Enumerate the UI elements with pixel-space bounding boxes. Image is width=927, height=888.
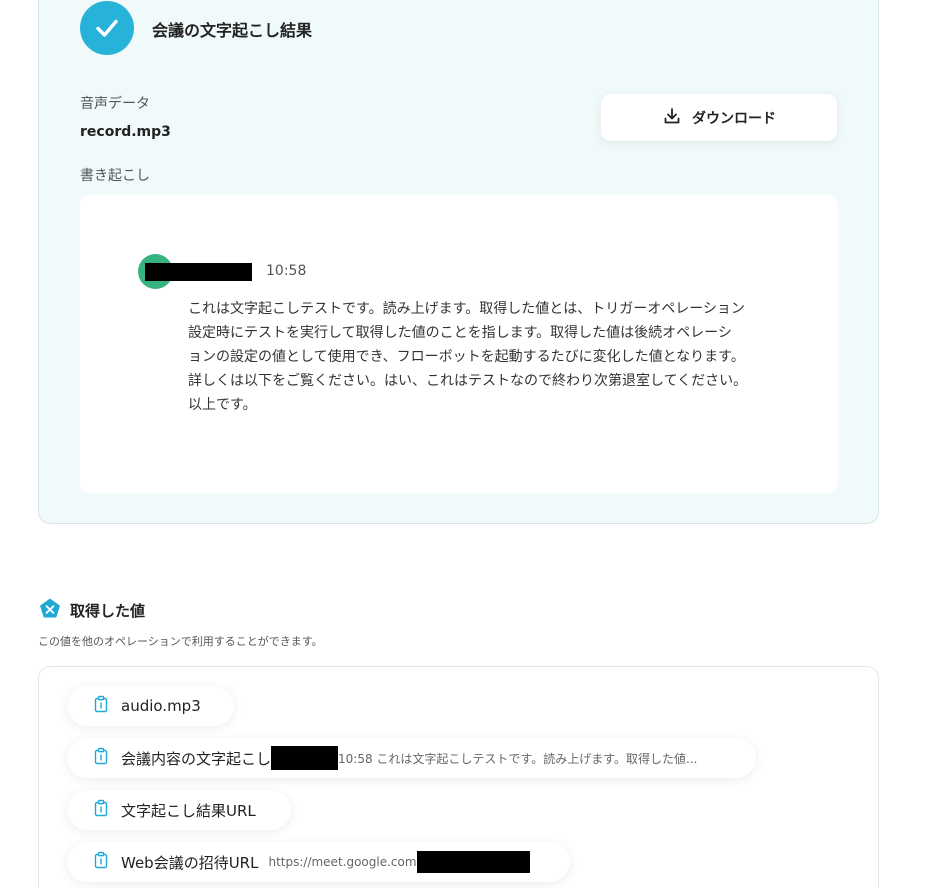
value-name: 文字起こし結果URL [121, 801, 256, 820]
redacted-speaker-name [145, 263, 252, 281]
download-button-label: ダウンロード [692, 110, 776, 127]
download-icon [662, 106, 682, 130]
obtained-values-title: 取得した値 [70, 602, 146, 620]
transcript-line: 以上です。 [188, 397, 257, 413]
value-name: 会議内容の文字起こし [121, 749, 272, 768]
redacted-block [416, 851, 530, 873]
transcript-label: 書き起こし [80, 168, 150, 184]
transcript-timestamp: 10:58 [266, 263, 307, 279]
download-button[interactable]: ダウンロード [601, 94, 837, 141]
result-title: 会議の文字起こし結果 [152, 21, 313, 40]
transcript-text: これは文字起こしテストです。読み上げます。取得した値とは、トリガーオペレーション… [188, 297, 788, 417]
value-pill-transcript[interactable]: 会議内容の文字起こし 10:58 これは文字起こしテストです。読み上げます。取得… [67, 738, 756, 778]
value-pill-transcript-url[interactable]: 文字起こし結果URL [67, 790, 291, 830]
check-icon [80, 1, 134, 55]
audio-data-label: 音声データ [80, 96, 150, 112]
value-name: audio.mp3 [121, 697, 201, 715]
clipboard-icon [91, 746, 111, 770]
value-preview: https://meet.google.com [268, 855, 417, 869]
transcript-line: ョンの設定の値として使用でき、フローボットを起動するたびに変化した値となります。 [188, 349, 745, 365]
clipboard-icon [91, 798, 111, 822]
value-pill-meeting-url[interactable]: Web会議の招待URL https://meet.google.com [67, 842, 570, 882]
value-preview: 10:58 これは文字起こしテストです。読み上げます。取得した値... [338, 751, 698, 766]
clipboard-icon [91, 850, 111, 874]
value-name: Web会議の招待URL [121, 853, 259, 872]
transcript-line: 設定時にテストを実行して取得した値のことを指します。取得した値は後続オペレーシ [188, 325, 732, 341]
transcript-line: 詳しくは以下をご覧ください。はい、これはテストなので終わり次第退室してください。 [188, 373, 748, 389]
obtained-values-description: この値を他のオペレーションで利用することができます。 [38, 635, 323, 648]
clipboard-icon [91, 694, 111, 718]
value-pill-audio[interactable]: audio.mp3 [67, 686, 234, 726]
variable-icon [38, 597, 62, 621]
transcript-line: これは文字起こしテストです。読み上げます。取得した値とは、トリガーオペレーション [188, 301, 745, 317]
audio-filename: record.mp3 [80, 124, 171, 140]
redacted-block [271, 746, 339, 770]
